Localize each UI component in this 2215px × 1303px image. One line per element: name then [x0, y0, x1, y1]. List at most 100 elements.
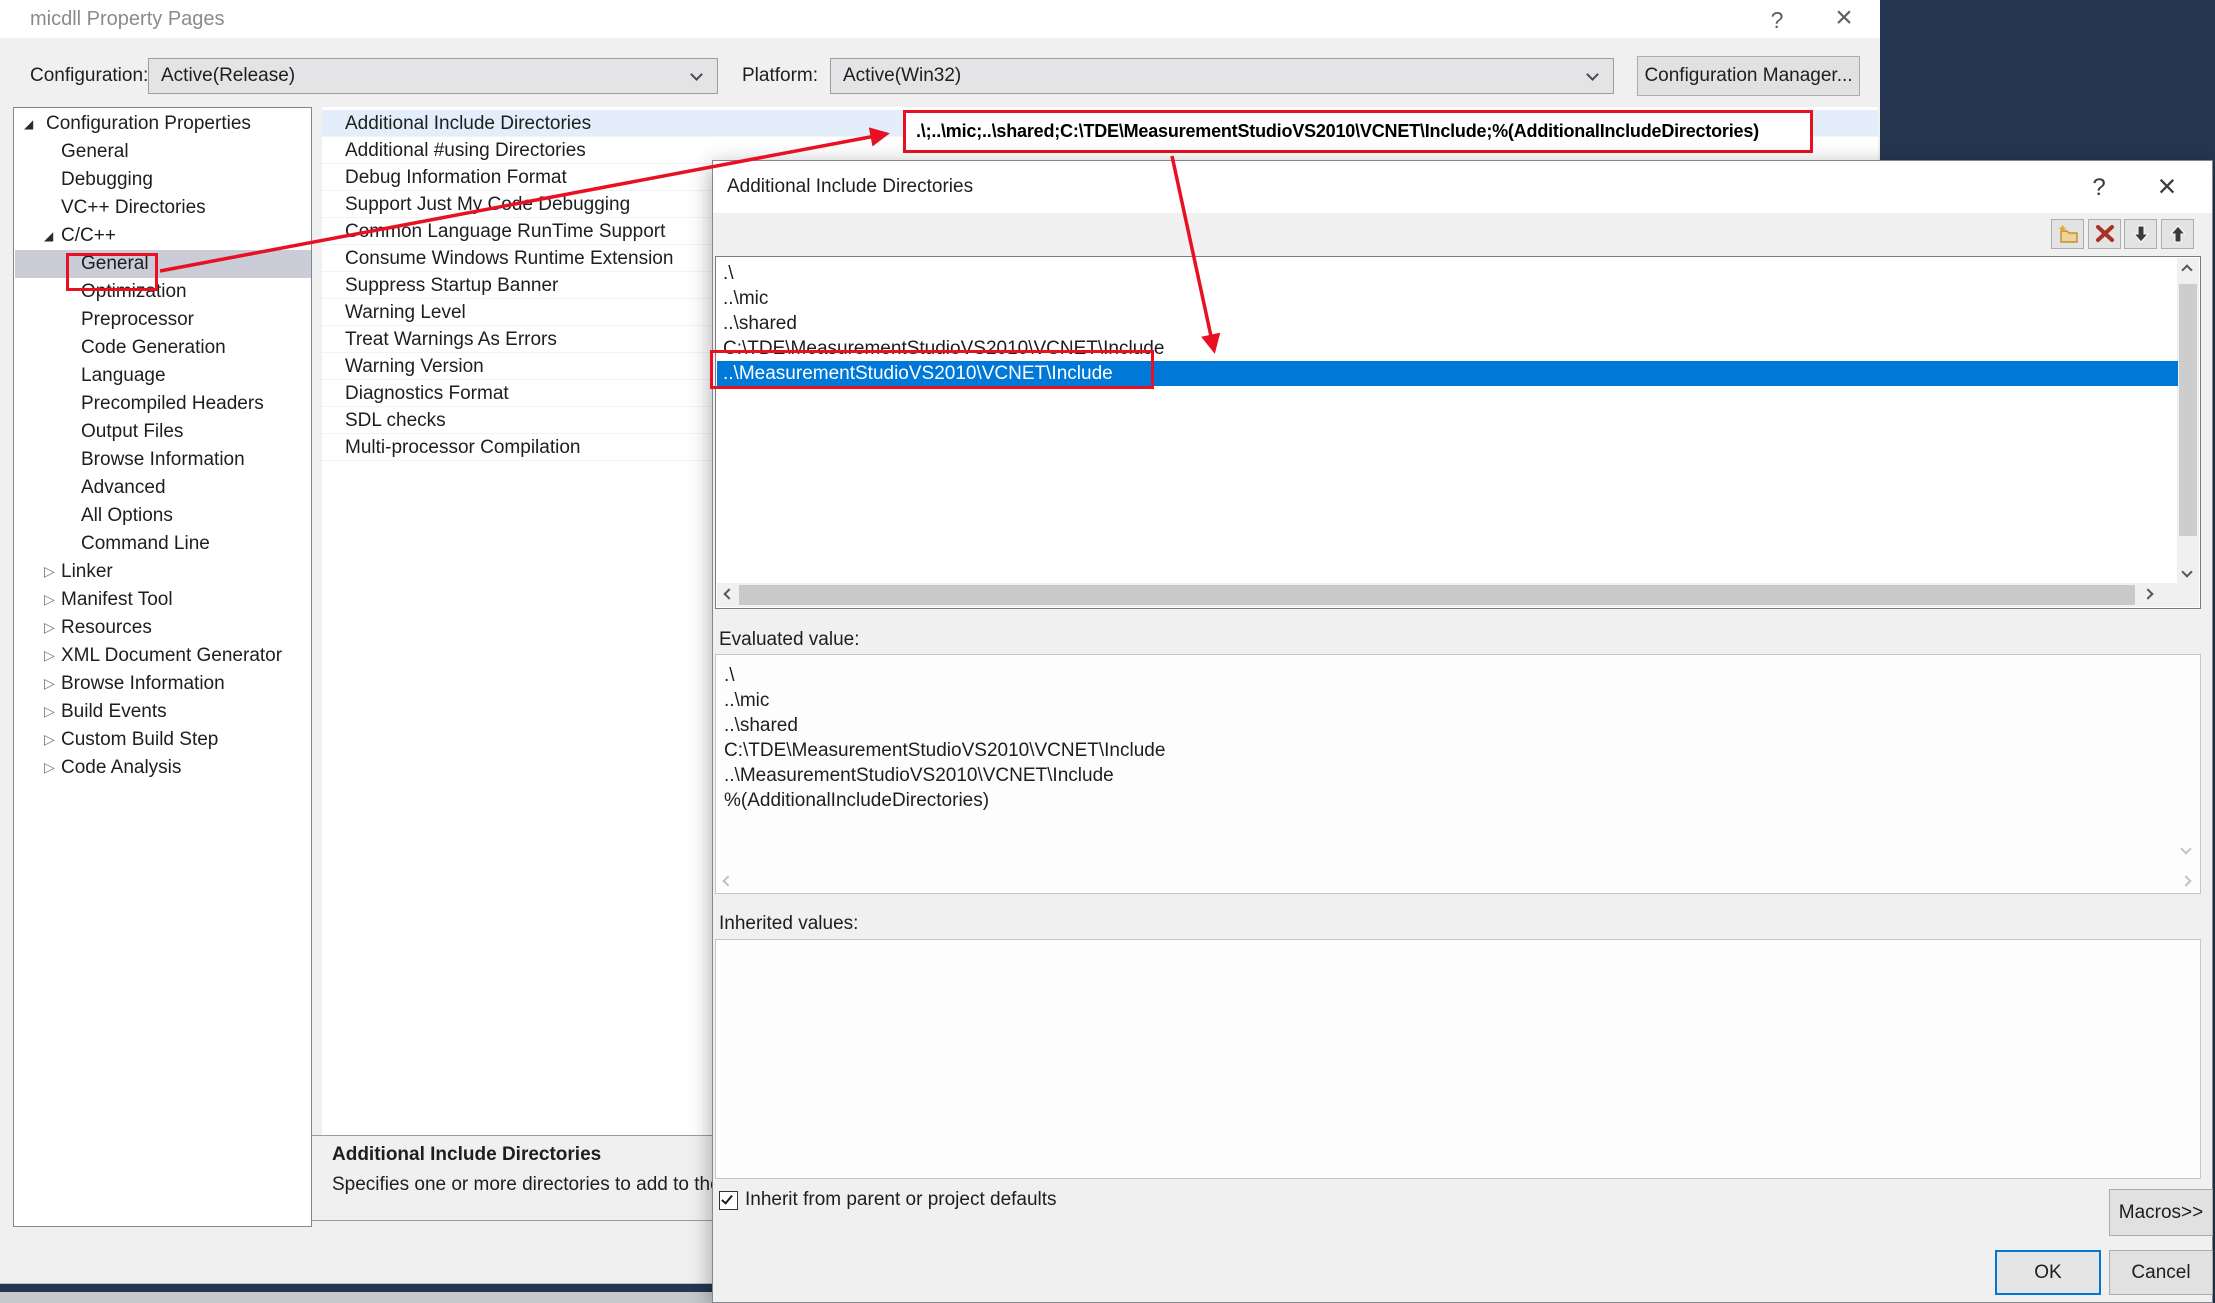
- tree-item-label: General: [61, 138, 129, 166]
- cancel-button[interactable]: Cancel: [2109, 1250, 2213, 1295]
- help-icon[interactable]: ?: [2075, 161, 2123, 213]
- scroll-down-icon: [2180, 843, 2191, 854]
- scroll-left-icon: [722, 875, 733, 886]
- tree-item-label: Custom Build Step: [61, 726, 218, 754]
- configuration-dropdown[interactable]: Active(Release): [148, 58, 718, 94]
- scroll-left-icon[interactable]: [723, 588, 734, 599]
- tree-item[interactable]: ▷Browse Information: [15, 670, 311, 698]
- tree-item-label: Precompiled Headers: [81, 390, 264, 418]
- collapsed-expander-icon[interactable]: ▷: [44, 642, 55, 670]
- scroll-right-icon[interactable]: [2142, 588, 2153, 599]
- scrollbar-thumb[interactable]: [739, 585, 2135, 605]
- configuration-value: Active(Release): [161, 65, 295, 86]
- tree-item[interactable]: Precompiled Headers: [15, 390, 311, 418]
- directories-listbox[interactable]: .\..\mic..\sharedC:\TDE\MeasurementStudi…: [715, 256, 2201, 609]
- tree-item[interactable]: General: [15, 250, 311, 278]
- tree-item[interactable]: ▷Build Events: [15, 698, 311, 726]
- property-value-text: .\;..\mic;..\shared;C:\TDE\MeasurementSt…: [916, 113, 1804, 150]
- evaluated-value-item: %(AdditionalIncludeDirectories): [716, 788, 2136, 813]
- collapsed-expander-icon[interactable]: ▷: [44, 754, 55, 782]
- directory-list-item[interactable]: C:\TDE\MeasurementStudioVS2010\VCNET\Inc…: [717, 336, 2178, 361]
- property-value-field[interactable]: .\;..\mic;..\shared;C:\TDE\MeasurementSt…: [903, 110, 1813, 153]
- tree-item-label: Build Events: [61, 698, 167, 726]
- help-icon[interactable]: ?: [1755, 0, 1799, 38]
- tree-item-label: Language: [81, 362, 166, 390]
- tree-item-label: Code Generation: [81, 334, 226, 362]
- tree-item[interactable]: All Options: [15, 502, 311, 530]
- tree-item-label: Linker: [61, 558, 113, 586]
- directory-list-item[interactable]: ..\mic: [717, 286, 2178, 311]
- red-x-icon: [2095, 225, 2115, 243]
- tree-item[interactable]: ◢C/C++: [15, 222, 311, 250]
- horizontal-scrollbar[interactable]: [717, 583, 2178, 607]
- platform-dropdown[interactable]: Active(Win32): [830, 58, 1614, 94]
- ok-button[interactable]: OK: [1995, 1250, 2101, 1295]
- collapsed-expander-icon[interactable]: ▷: [44, 698, 55, 726]
- collapsed-expander-icon[interactable]: ▷: [44, 558, 55, 586]
- evaluated-value-item: ..\MeasurementStudioVS2010\VCNET\Include: [716, 763, 2136, 788]
- tree-item[interactable]: Command Line: [15, 530, 311, 558]
- tree-item[interactable]: Browse Information: [15, 446, 311, 474]
- tree-item[interactable]: Output Files: [15, 418, 311, 446]
- tree-item-label: XML Document Generator: [61, 642, 282, 670]
- close-icon[interactable]: ×: [1822, 0, 1866, 38]
- tree-item[interactable]: ▷Code Analysis: [15, 754, 311, 782]
- dialog-title: Additional Include Directories: [727, 161, 973, 213]
- new-folder-icon: [2057, 224, 2079, 244]
- delete-icon[interactable]: [2088, 219, 2121, 249]
- scrollbar-corner: [2177, 583, 2199, 607]
- collapsed-expander-icon[interactable]: ▷: [44, 726, 55, 754]
- tree-item[interactable]: ▷Custom Build Step: [15, 726, 311, 754]
- scroll-up-icon[interactable]: [2181, 264, 2192, 275]
- vertical-scrollbar[interactable]: [2177, 258, 2199, 584]
- tree-item-label: Output Files: [81, 418, 183, 446]
- tree-item-label: General: [81, 250, 149, 278]
- description-text: Specifies one or more directories to add…: [332, 1172, 741, 1198]
- tree-item[interactable]: Code Generation: [15, 334, 311, 362]
- inherited-values-label: Inherited values:: [719, 913, 858, 935]
- tree-item-label: Resources: [61, 614, 152, 642]
- scrollbar-thumb[interactable]: [2179, 284, 2197, 536]
- configuration-manager-button[interactable]: Configuration Manager...: [1637, 56, 1860, 96]
- tree-item-label: Command Line: [81, 530, 210, 558]
- inherited-values-box: [715, 939, 2201, 1179]
- tree-item[interactable]: VC++ Directories: [15, 194, 311, 222]
- expanded-expander-icon[interactable]: ◢: [44, 222, 53, 250]
- dialog-titlebar: Additional Include Directories ? ×: [713, 161, 2212, 213]
- tree-item[interactable]: Advanced: [15, 474, 311, 502]
- directory-list-item[interactable]: ..\shared: [717, 311, 2178, 336]
- move-up-icon[interactable]: [2161, 219, 2194, 249]
- evaluated-value-item: ..\mic: [716, 688, 2136, 713]
- new-line-icon[interactable]: [2051, 219, 2084, 249]
- directory-list-item[interactable]: .\: [717, 261, 2178, 286]
- tree-item[interactable]: Preprocessor: [15, 306, 311, 334]
- tree-item[interactable]: ▷XML Document Generator: [15, 642, 311, 670]
- platform-value: Active(Win32): [843, 65, 961, 86]
- scroll-down-icon[interactable]: [2181, 566, 2192, 577]
- tree-item[interactable]: ▷Manifest Tool: [15, 586, 311, 614]
- move-down-icon[interactable]: [2124, 219, 2157, 249]
- tree-item[interactable]: Optimization: [15, 278, 311, 306]
- tree-item-label: Configuration Properties: [46, 110, 251, 138]
- macros-button[interactable]: Macros>>: [2109, 1189, 2213, 1236]
- titlebar: micdll Property Pages ? ×: [0, 0, 1880, 38]
- tree-item[interactable]: Language: [15, 362, 311, 390]
- directory-list-item[interactable]: ..\MeasurementStudioVS2010\VCNET\Include: [717, 361, 2178, 386]
- collapsed-expander-icon[interactable]: ▷: [44, 614, 55, 642]
- tree-item-label: Advanced: [81, 474, 166, 502]
- tree-item[interactable]: ▷Linker: [15, 558, 311, 586]
- tree-item[interactable]: ◢ Configuration Properties: [15, 110, 311, 138]
- scroll-right-icon: [2180, 875, 2191, 886]
- tree-item-label: Preprocessor: [81, 306, 194, 334]
- tree-item[interactable]: ▷Resources: [15, 614, 311, 642]
- tree-item[interactable]: Debugging: [15, 166, 311, 194]
- inherit-checkbox[interactable]: [719, 1191, 738, 1210]
- tree-item[interactable]: General: [15, 138, 311, 166]
- vs-backdrop: { "colors": { "backdrop_navy": "#253650"…: [0, 0, 2215, 1303]
- close-icon[interactable]: ×: [2143, 161, 2191, 213]
- expanded-expander-icon[interactable]: ◢: [24, 110, 33, 138]
- window-title: micdll Property Pages: [30, 0, 225, 38]
- collapsed-expander-icon[interactable]: ▷: [44, 586, 55, 614]
- tree-item-label: Manifest Tool: [61, 586, 173, 614]
- collapsed-expander-icon[interactable]: ▷: [44, 670, 55, 698]
